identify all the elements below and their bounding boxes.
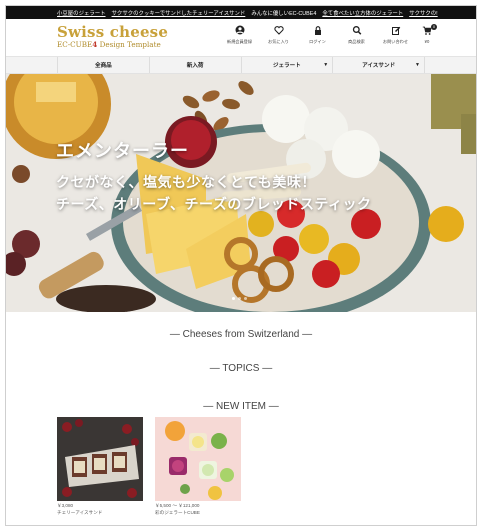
section-heading-new-item: — NEW ITEM —: [203, 401, 279, 412]
product-price: ￥5,500 ～ ￥121,000: [155, 503, 200, 508]
product-card[interactable]: ￥5,500 ～ ￥121,000 彩のジェラートCUBE: [155, 417, 241, 516]
site-header: Swiss cheese EC-CUBE4 Design Template 新規…: [6, 19, 476, 57]
carousel-dot[interactable]: [244, 297, 247, 300]
announce-text: みんなに優しいEC-CUBE4: [251, 10, 317, 17]
hero-subtitle-1: クセがなく、塩気も少なくとても美味！: [56, 174, 316, 190]
announce-link-2[interactable]: サクサクのクッキーでサンドしたチェリーアイスサンド: [112, 9, 246, 17]
cart-count-badge: 0: [431, 24, 437, 30]
nav-ice-sandwich[interactable]: アイスサンド ▼: [332, 57, 425, 73]
login-button[interactable]: ログイン: [302, 25, 333, 45]
hero-subtitle-2: チーズ、オリーブ、チーズのブレッドスティック: [56, 196, 372, 212]
carousel-dot[interactable]: [232, 297, 235, 300]
heart-icon: [273, 25, 284, 37]
main-nav: 全商品 新入荷 ジェラート ▼ アイスサンド ▼: [6, 57, 476, 74]
section-heading-topics: — TOPICS —: [209, 363, 273, 374]
announcement-bar: 小豆屋のジェラート サクサクのクッキーでサンドしたチェリーアイスサンド みんなに…: [6, 6, 476, 19]
hero-title: エメンターラー: [56, 141, 189, 161]
cart-total: ¥0: [424, 39, 430, 44]
announce-link-3[interactable]: 全て食べたい立方体のジェラート: [322, 9, 403, 17]
site-logo[interactable]: Swiss cheese EC-CUBE4 Design Template: [57, 24, 168, 49]
contact-button[interactable]: お問い合わせ: [380, 25, 411, 45]
product-name[interactable]: チェリーアイスサンド: [57, 510, 143, 516]
chevron-down-icon: ▼: [415, 62, 420, 68]
product-card[interactable]: ￥3,080 チェリーアイスサンド: [57, 417, 143, 516]
lock-icon: [313, 25, 323, 37]
carousel-dot[interactable]: [238, 297, 241, 300]
hero-carousel[interactable]: エメンターラー クセがなく、塩気も少なくとても美味！ チーズ、オリーブ、チーズの…: [6, 74, 476, 312]
product-search-button[interactable]: 商品検索: [341, 25, 372, 45]
edit-icon: [391, 25, 401, 37]
search-label: 商品検索: [348, 39, 365, 44]
nav-gelato[interactable]: ジェラート ▼: [240, 57, 333, 73]
cart-button[interactable]: 0 ¥0: [419, 24, 437, 45]
product-name[interactable]: 彩のジェラートCUBE: [155, 510, 241, 516]
header-icons: 新規会員登録 お気に入り ログイン 商品検索 お問い合わせ 0 ¥0: [224, 24, 437, 45]
announce-link-1[interactable]: 小豆屋のジェラート: [57, 9, 106, 17]
nav-all-products[interactable]: 全商品: [57, 57, 149, 73]
product-price: ￥3,080: [57, 503, 74, 508]
search-icon: [352, 25, 362, 37]
register-button[interactable]: 新規会員登録: [224, 25, 255, 45]
nav-new-arrivals[interactable]: 新入荷: [148, 57, 241, 73]
login-label: ログイン: [309, 39, 326, 44]
cart-icon: 0: [422, 24, 437, 37]
logo-title: Swiss cheese: [57, 23, 169, 41]
product-image[interactable]: [155, 417, 241, 501]
carousel-dots: [232, 297, 247, 300]
section-heading-cheeses: — Cheeses from Switzerland —: [169, 329, 313, 340]
product-image[interactable]: [57, 417, 143, 501]
announce-link-4[interactable]: サクサクの!: [409, 9, 437, 17]
contact-label: お問い合わせ: [382, 39, 409, 44]
favorites-label: お気に入り: [268, 39, 289, 44]
user-icon: [235, 25, 245, 37]
register-label: 新規会員登録: [226, 39, 253, 44]
chevron-down-icon: ▼: [323, 62, 329, 68]
browser-frame: 小豆屋のジェラート サクサクのクッキーでサンドしたチェリーアイスサンド みんなに…: [5, 5, 477, 526]
logo-subtitle: EC-CUBE4 Design Template: [57, 40, 161, 49]
favorites-button[interactable]: お気に入り: [263, 25, 294, 45]
hero-image: [6, 74, 476, 312]
